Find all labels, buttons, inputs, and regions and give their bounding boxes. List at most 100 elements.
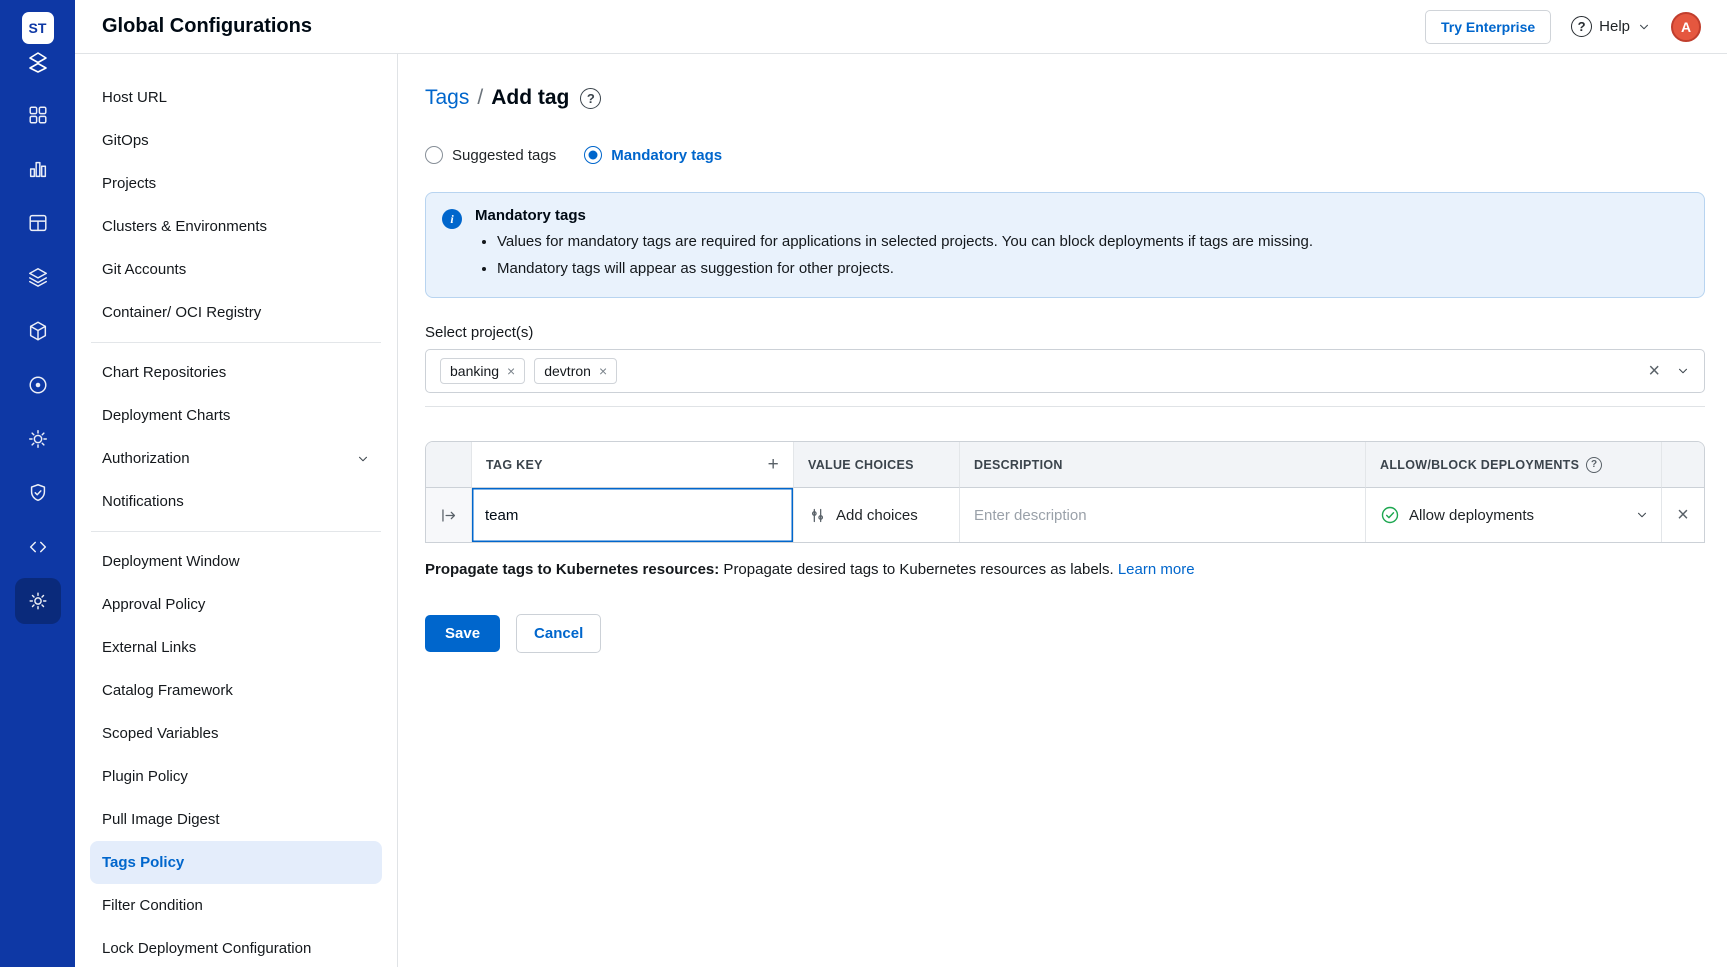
help-icon: ? bbox=[1571, 16, 1592, 37]
sidebar-item-label: Catalog Framework bbox=[102, 682, 233, 699]
shield-check-icon[interactable] bbox=[15, 470, 61, 516]
radio-circle-selected bbox=[584, 146, 602, 164]
propagate-note-bold: Propagate tags to Kubernetes resources: bbox=[425, 561, 719, 578]
sidebar-item-external-links[interactable]: External Links bbox=[90, 626, 382, 669]
sidebar-item-clusters-environments[interactable]: Clusters & Environments bbox=[90, 205, 382, 248]
settings-gear-icon[interactable] bbox=[15, 578, 61, 624]
rail-icons bbox=[15, 92, 61, 632]
help-menu[interactable]: ? Help bbox=[1571, 16, 1651, 37]
sidebar-item-filter-condition[interactable]: Filter Condition bbox=[90, 884, 382, 927]
resource-browser-icon[interactable] bbox=[15, 200, 61, 246]
sidebar-item-pull-image-digest[interactable]: Pull Image Digest bbox=[90, 798, 382, 841]
row-actions-cell: × bbox=[1662, 488, 1704, 542]
cancel-button[interactable]: Cancel bbox=[516, 614, 601, 653]
sidebar-item-git-accounts[interactable]: Git Accounts bbox=[90, 248, 382, 291]
chevron-down-icon[interactable] bbox=[1676, 364, 1690, 378]
sidebar-item-catalog-framework[interactable]: Catalog Framework bbox=[90, 669, 382, 712]
help-icon[interactable]: ? bbox=[1586, 457, 1602, 473]
column-header-label: TAG KEY bbox=[486, 458, 543, 472]
sidebar-item-scoped-variables[interactable]: Scoped Variables bbox=[90, 712, 382, 755]
tag-key-input[interactable] bbox=[472, 488, 793, 542]
radio-label: Suggested tags bbox=[452, 147, 556, 164]
sidebar-item-deployment-charts[interactable]: Deployment Charts bbox=[90, 394, 382, 437]
sidebar-item-label: Projects bbox=[102, 175, 156, 192]
sidebar-item-notifications[interactable]: Notifications bbox=[90, 480, 382, 523]
cube-icon[interactable] bbox=[15, 308, 61, 354]
help-icon[interactable]: ? bbox=[580, 88, 601, 109]
sidebar-item-deployment-window[interactable]: Deployment Window bbox=[90, 540, 382, 583]
sidebar-item-chart-repositories[interactable]: Chart Repositories bbox=[90, 351, 382, 394]
sidebar-item-approval-policy[interactable]: Approval Policy bbox=[90, 583, 382, 626]
content-area: Host URL GitOps Projects Clusters & Envi… bbox=[75, 54, 1727, 967]
devtron-logo-glyph bbox=[26, 50, 50, 74]
apps-grid-icon[interactable] bbox=[15, 92, 61, 138]
sidebar-item-label: Lock Deployment Configuration bbox=[102, 940, 311, 957]
check-circle-icon bbox=[1380, 505, 1400, 525]
page-header-title: Global Configurations bbox=[102, 15, 312, 38]
sidebar-item-label: Tags Policy bbox=[102, 854, 184, 871]
form-actions: Save Cancel bbox=[425, 614, 1705, 653]
sidebar-item-host-url[interactable]: Host URL bbox=[90, 76, 382, 119]
propagate-note: Propagate tags to Kubernetes resources: … bbox=[425, 561, 1705, 578]
description-column-header: DESCRIPTION bbox=[960, 442, 1366, 488]
mandatory-tags-info-box: i Mandatory tags Values for mandatory ta… bbox=[425, 192, 1705, 298]
sidebar-item-projects[interactable]: Projects bbox=[90, 162, 382, 205]
save-button[interactable]: Save bbox=[425, 615, 500, 652]
info-icon: i bbox=[442, 209, 462, 229]
divider bbox=[91, 342, 381, 343]
sidebar-item-label: Deployment Window bbox=[102, 553, 240, 570]
propagate-tag-cell[interactable] bbox=[426, 488, 472, 542]
sidebar-item-gitops[interactable]: GitOps bbox=[90, 119, 382, 162]
help-label: Help bbox=[1599, 18, 1630, 35]
suggested-tags-radio[interactable]: Suggested tags bbox=[425, 146, 556, 164]
app-group-chart-icon[interactable] bbox=[15, 146, 61, 192]
chip-label: banking bbox=[450, 363, 499, 379]
cluster-sun-icon[interactable] bbox=[15, 416, 61, 462]
config-sidebar: Host URL GitOps Projects Clusters & Envi… bbox=[75, 54, 398, 967]
sidebar-item-label: Scoped Variables bbox=[102, 725, 218, 742]
target-icon[interactable] bbox=[15, 362, 61, 408]
radio-circle bbox=[425, 146, 443, 164]
user-avatar[interactable]: A bbox=[1671, 12, 1701, 42]
add-tag-row-icon[interactable]: + bbox=[768, 455, 779, 474]
st-badge-label: ST bbox=[29, 20, 47, 36]
page-title: Add tag bbox=[491, 86, 569, 110]
select-projects-label: Select project(s) bbox=[425, 324, 1705, 341]
propagate-column-header bbox=[426, 442, 472, 488]
tag-type-radio-group: Suggested tags Mandatory tags bbox=[425, 146, 1705, 164]
column-header-label: DESCRIPTION bbox=[974, 458, 1063, 472]
project-chip-banking: banking × bbox=[440, 358, 525, 384]
code-icon[interactable] bbox=[15, 524, 61, 570]
add-choices-label: Add choices bbox=[836, 507, 918, 524]
add-choices-button[interactable]: Add choices bbox=[794, 488, 960, 542]
allow-deployments-label: Allow deployments bbox=[1409, 507, 1534, 524]
row-actions-column-header bbox=[1662, 442, 1704, 488]
breadcrumb-tags-link[interactable]: Tags bbox=[425, 86, 469, 110]
try-enterprise-button[interactable]: Try Enterprise bbox=[1425, 10, 1551, 44]
breadcrumb-separator: / bbox=[477, 86, 483, 110]
remove-row-icon[interactable]: × bbox=[1677, 505, 1689, 525]
sidebar-item-label: Chart Repositories bbox=[102, 364, 226, 381]
project-select[interactable]: banking × devtron × × bbox=[425, 349, 1705, 393]
allow-block-select[interactable]: Allow deployments bbox=[1366, 488, 1662, 542]
sidebar-item-tags-policy[interactable]: Tags Policy bbox=[90, 841, 382, 884]
learn-more-link[interactable]: Learn more bbox=[1118, 561, 1195, 578]
sliders-icon bbox=[808, 506, 827, 525]
main-panel: Tags / Add tag ? Suggested tags Mandator… bbox=[398, 54, 1727, 967]
sidebar-item-label: Host URL bbox=[102, 89, 167, 106]
sidebar-item-lock-deployment-configuration[interactable]: Lock Deployment Configuration bbox=[90, 927, 382, 967]
devtron-logo[interactable]: ST bbox=[22, 12, 54, 74]
tag-key-column-header: TAG KEY + bbox=[472, 442, 794, 488]
remove-chip-icon[interactable]: × bbox=[599, 364, 607, 378]
sidebar-item-container-oci-registry[interactable]: Container/ OCI Registry bbox=[90, 291, 382, 334]
allow-block-column-header: ALLOW/BLOCK DEPLOYMENTS ? bbox=[1366, 442, 1662, 488]
sidebar-item-label: Plugin Policy bbox=[102, 768, 188, 785]
sidebar-item-plugin-policy[interactable]: Plugin Policy bbox=[90, 755, 382, 798]
remove-chip-icon[interactable]: × bbox=[507, 364, 515, 378]
sidebar-item-authorization[interactable]: Authorization bbox=[90, 437, 382, 480]
mandatory-tags-radio[interactable]: Mandatory tags bbox=[584, 146, 722, 164]
divider bbox=[91, 531, 381, 532]
clear-select-icon[interactable]: × bbox=[1648, 361, 1660, 381]
description-input[interactable] bbox=[960, 488, 1365, 542]
chart-store-stack-icon[interactable] bbox=[15, 254, 61, 300]
